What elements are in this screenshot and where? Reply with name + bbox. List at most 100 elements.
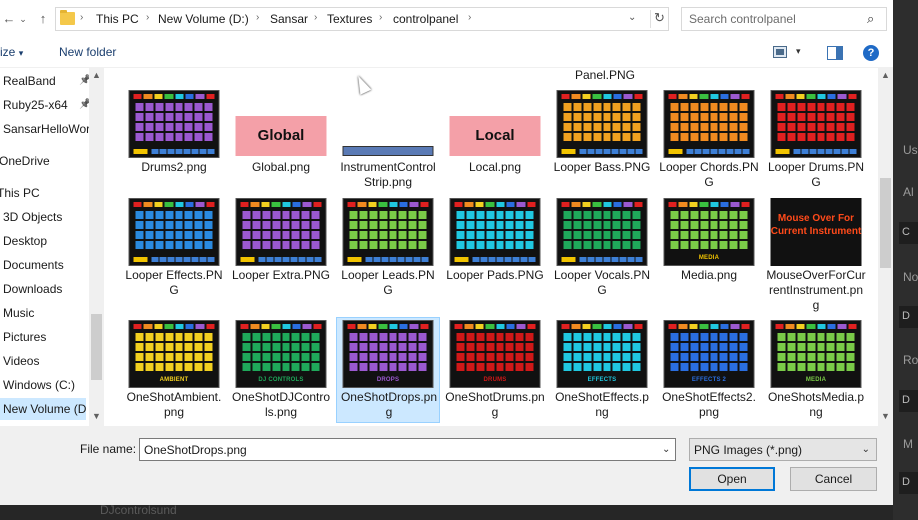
breadcrumb-this-pc[interactable]: This PC xyxy=(96,12,139,26)
open-button[interactable]: Open xyxy=(689,467,775,491)
file-item[interactable]: DROPS OneShotDrops.png xyxy=(336,317,440,423)
file-item[interactable]: Looper Extra.PNG xyxy=(229,196,333,314)
chevron-right-icon[interactable]: › xyxy=(379,12,382,23)
preview-pane-icon[interactable] xyxy=(827,46,843,60)
file-item[interactable]: Looper Drums.PNG xyxy=(764,88,868,192)
breadcrumb-controlpanel[interactable]: controlpanel xyxy=(393,12,458,26)
thumbnail-color-bar xyxy=(454,324,536,329)
nav-item[interactable]: Pictures xyxy=(3,326,89,348)
file-item[interactable]: Drums2.png xyxy=(122,88,226,192)
nav-item-label: Desktop xyxy=(3,234,48,248)
file-item[interactable]: DRUMS OneShotDrums.png xyxy=(443,318,547,424)
file-scroll-thumb[interactable] xyxy=(880,178,891,268)
nav-item-label: New Volume (D: xyxy=(3,402,86,416)
file-item[interactable]: AMBIENT OneShotAmbient.png xyxy=(122,318,226,424)
chevron-right-icon[interactable]: › xyxy=(80,12,83,23)
help-icon[interactable]: ? xyxy=(863,45,879,61)
panel-thumbnail xyxy=(128,90,220,158)
panel-thumbnail xyxy=(556,198,648,266)
thumbnail-color-bar xyxy=(775,324,857,329)
search-input[interactable] xyxy=(689,12,859,26)
chevron-right-icon[interactable]: › xyxy=(256,12,259,23)
thumbnail-preview-tag xyxy=(347,257,362,262)
thumbnail-preview-tag xyxy=(454,257,469,262)
nav-item[interactable]: New Volume (D: xyxy=(0,398,86,420)
file-name-dropdown-icon[interactable]: ⌄ xyxy=(662,444,670,455)
thumbnail-button-grid xyxy=(777,103,855,141)
nav-item[interactable]: This PC xyxy=(0,182,83,204)
nav-scrollbar[interactable]: ▲ ▼ xyxy=(89,68,104,426)
file-scrollbar[interactable]: ▲ ▼ xyxy=(878,68,893,426)
thumbnail-button-grid xyxy=(242,211,320,249)
panel-thumbnail: DJ CONTROLS xyxy=(235,320,327,388)
panel-thumbnail xyxy=(556,90,648,158)
change-view-icon[interactable] xyxy=(773,46,787,58)
file-name: Looper Extra.PNG xyxy=(231,268,331,282)
strip-thumbnail xyxy=(342,146,434,156)
cancel-button[interactable]: Cancel xyxy=(790,467,877,491)
nav-item[interactable]: RealBand 📌 xyxy=(3,70,89,92)
panel-thumbnail: DROPS xyxy=(342,320,434,388)
panel-thumbnail: EFFECTS xyxy=(556,320,648,388)
file-type-select[interactable]: PNG Images (*.png) ⌄ xyxy=(689,438,877,461)
thumbnail-button-grid xyxy=(456,333,534,371)
file-name-combobox[interactable]: ⌄ xyxy=(139,438,676,461)
nav-item[interactable]: Downloads xyxy=(3,278,89,300)
search-icon[interactable]: ⌕ xyxy=(867,11,874,27)
address-dropdown-icon[interactable]: ⌄ xyxy=(628,12,636,23)
panel-thumbnail xyxy=(449,198,541,266)
file-item[interactable]: MEDIA Media.png xyxy=(657,196,761,314)
nav-item[interactable]: SansarHelloWorl xyxy=(3,118,89,140)
address-bar[interactable]: › This PC › New Volume (D:) › Sansar › T… xyxy=(55,7,669,31)
recent-locations-chevron-icon[interactable]: ⌄ xyxy=(14,9,32,29)
nav-item[interactable]: Documents xyxy=(3,254,89,276)
scroll-up-arrow-icon[interactable]: ▲ xyxy=(92,70,101,80)
up-arrow-icon[interactable]: ↑ xyxy=(34,9,52,29)
file-name-partial[interactable]: Panel.PNG xyxy=(560,68,650,83)
new-folder-button[interactable]: New folder xyxy=(59,45,116,59)
chevron-right-icon[interactable]: › xyxy=(468,12,471,23)
file-item[interactable]: InstrumentControlStrip.png xyxy=(336,88,440,192)
thumbnail-number-strip xyxy=(365,257,429,262)
nav-item[interactable]: OneDrive xyxy=(0,150,85,172)
thumbnail-color-bar xyxy=(133,202,215,207)
thumbnail-color-bar xyxy=(668,94,750,99)
nav-item[interactable]: Ruby25-x64 📌 xyxy=(3,94,89,116)
refresh-icon[interactable]: ↻ xyxy=(650,10,668,28)
chevron-right-icon[interactable]: › xyxy=(146,12,149,23)
file-item[interactable]: Looper Chords.PNG xyxy=(657,88,761,192)
scroll-down-arrow-icon[interactable]: ▼ xyxy=(92,411,101,421)
nav-item[interactable]: Windows (C:) xyxy=(3,374,89,396)
nav-item[interactable]: Music xyxy=(3,302,89,324)
thumbnail-preview-tag xyxy=(668,149,683,154)
file-item[interactable]: Looper Vocals.PNG xyxy=(550,196,654,314)
organize-button[interactable]: ize ▾ xyxy=(0,45,23,59)
nav-scroll-thumb[interactable] xyxy=(91,314,102,380)
nav-item[interactable]: Desktop xyxy=(3,230,89,252)
file-item[interactable]: Looper Leads.PNG xyxy=(336,196,440,314)
thumbnail-button-grid xyxy=(563,333,641,371)
thumbnail-preview-tag xyxy=(133,257,148,262)
breadcrumb-new-volume[interactable]: New Volume (D:) xyxy=(158,12,249,26)
file-item[interactable]: Local Local.png xyxy=(443,88,547,192)
chevron-right-icon[interactable]: › xyxy=(314,12,317,23)
file-item[interactable]: EFFECTS 2 OneShotEffects2.png xyxy=(657,318,761,424)
search-box[interactable]: ⌕ xyxy=(681,7,887,31)
file-item[interactable]: Mouse Over For Current Instrument MouseOv… xyxy=(764,196,868,314)
nav-item[interactable]: Videos xyxy=(3,350,89,372)
breadcrumb-sansar[interactable]: Sansar xyxy=(270,12,308,26)
nav-item[interactable]: 3D Objects xyxy=(3,206,89,228)
file-item[interactable]: MEDIA OneShotsMedia.png xyxy=(764,318,868,424)
scroll-up-arrow-icon[interactable]: ▲ xyxy=(881,70,890,80)
breadcrumb-textures[interactable]: Textures xyxy=(327,12,372,26)
file-item[interactable]: Global Global.png xyxy=(229,88,333,192)
file-name-input[interactable] xyxy=(144,443,654,457)
file-item[interactable]: EFFECTS OneShotEffects.png xyxy=(550,318,654,424)
file-item[interactable]: Looper Pads.PNG xyxy=(443,196,547,314)
file-name: OneShotAmbient.png xyxy=(126,390,222,419)
file-item[interactable]: Looper Effects.PNG xyxy=(122,196,226,314)
file-item[interactable]: Looper Bass.PNG xyxy=(550,88,654,192)
view-options-arrow-icon[interactable]: ▾ xyxy=(796,46,801,57)
file-item[interactable]: DJ CONTROLS OneShotDJControls.png xyxy=(229,318,333,424)
scroll-down-arrow-icon[interactable]: ▼ xyxy=(881,411,890,421)
